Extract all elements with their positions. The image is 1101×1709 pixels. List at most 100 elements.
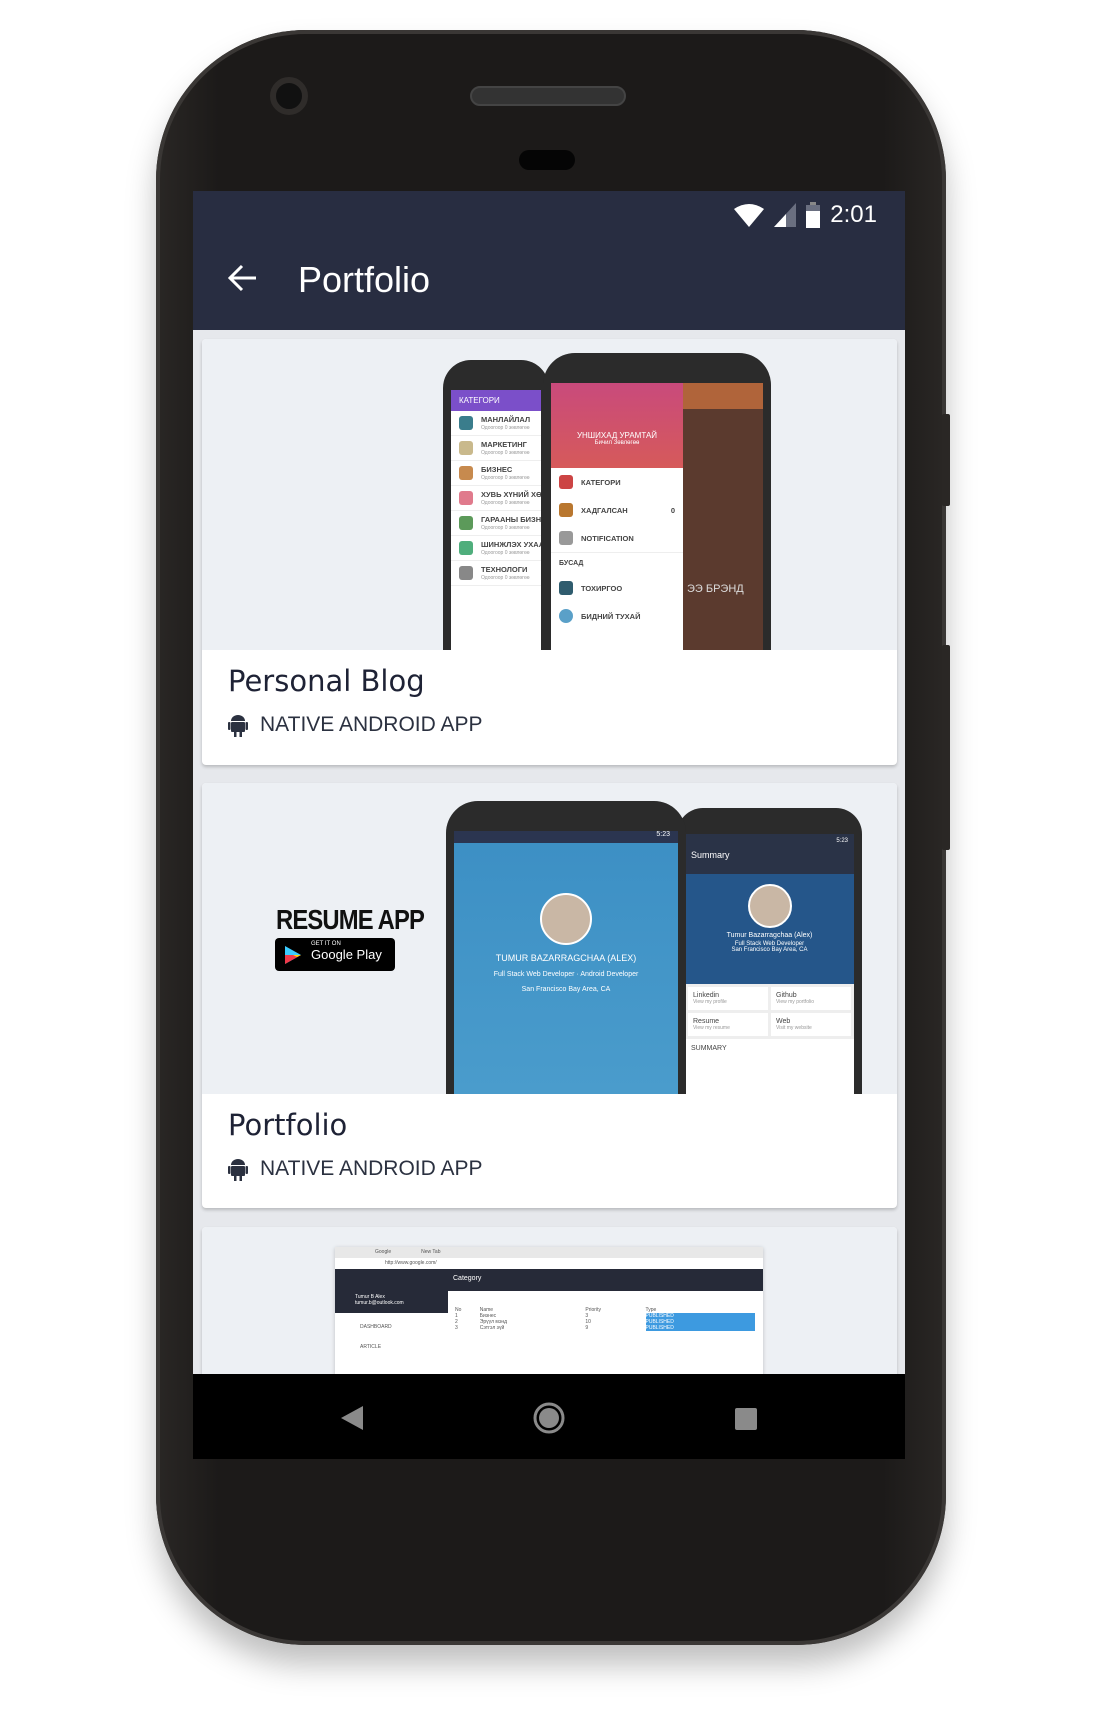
badge-bottom: Google Play (311, 947, 382, 962)
mockup-item: ХУВЬ ХҮНИЙ ХӨГЖ (481, 490, 541, 499)
mockup-item: БИЗНЕС (481, 465, 513, 474)
profile-name: TUMUR BAZARRAGCHAA (ALEX) (495, 953, 637, 963)
arrow-left-icon[interactable] (228, 263, 258, 293)
tile-web[interactable]: Web Visit my website (771, 1013, 851, 1036)
page-title: Portfolio (298, 259, 431, 300)
drawer-count: 0 (670, 505, 675, 515)
summary-label: SUMMARY (691, 1045, 727, 1052)
tile-sub: View my resume (693, 1025, 730, 1031)
profile-location: San Francisco Bay Area, CA (521, 986, 611, 993)
front-camera (270, 77, 308, 115)
battery-icon (806, 202, 821, 228)
mockup-row: МАНЛАЙЛАЛ Одоогоор 0 зөвлөгөө (451, 411, 541, 436)
admin-menu-item: ARTICLE (360, 1344, 382, 1350)
google-play-badge[interactable]: GET IT ON Google Play (275, 938, 395, 971)
drawer-section: БУСАД (559, 560, 584, 567)
mockup-item: ГАРААНЫ БИЗНЕС (481, 515, 541, 524)
mockup-time: 5:23 (836, 838, 848, 844)
mockup-item: МАРКЕТИНГ (481, 440, 527, 449)
mockup-item-sub: Одоогоор 0 зөвлөгөө (481, 525, 530, 531)
mockup-phone-left: КАТЕГОРИ МАНЛАЙЛАЛ Одоогоор 0 зөвлөгөө МА… (443, 360, 549, 650)
tile-linkedin[interactable]: Linkedin View my profile (688, 987, 768, 1010)
project-image: КАТЕГОРИ МАНЛАЙЛАЛ Одоогоор 0 зөвлөгөө МА… (202, 339, 897, 650)
app-bar: 2:01 Portfolio (193, 191, 905, 330)
mockup-row: ГАРААНЫ БИЗНЕСОдоогоор 0 зөвлөгөө (451, 511, 541, 536)
mockup-item: МАНЛАЙЛАЛ (481, 415, 531, 424)
project-type-label: NATIVE ANDROID APP (260, 1157, 483, 1180)
profile-role: Full Stack Web Developer (493, 971, 575, 978)
project-type: NATIVE ANDROID APP (228, 1157, 483, 1181)
home-nav-icon[interactable] (533, 1402, 565, 1434)
summary-title: Summary (691, 850, 730, 860)
admin-header: Category (335, 1269, 763, 1291)
table-cell: Сэтгэл зүй (479, 1325, 505, 1331)
table-cell: 9 (585, 1325, 589, 1331)
drawer-item: NOTIFICATION (581, 533, 634, 543)
browser-url: http://www.google.com/ (385, 1260, 437, 1266)
status-bar: 2:01 (734, 201, 877, 229)
project-type: NATIVE ANDROID APP (228, 713, 483, 737)
admin-email: tumur.b@outlook.com (355, 1300, 404, 1306)
mockup-item-sub: Одоогоор 0 зөвлөгөө (481, 475, 530, 481)
back-nav-icon[interactable] (341, 1406, 363, 1430)
tile-sub: View my portfolio (776, 999, 814, 1005)
android-icon (228, 1159, 248, 1181)
drawer-item: КАТЕГОРИ (581, 477, 621, 487)
drawer-item: ТОХИРГОО (581, 583, 623, 593)
clock: 2:01 (830, 201, 877, 228)
sensor-slot (519, 150, 575, 170)
project-title: Personal Blog (228, 664, 425, 698)
signal-icon (774, 203, 797, 227)
project-card-portfolio[interactable]: RESUME APP GET IT ON Google Play 5:23 Sum… (202, 783, 897, 1208)
mockup-header: КАТЕГОРИ (451, 390, 541, 411)
system-nav-bar (193, 1374, 905, 1459)
wifi-icon (734, 204, 765, 227)
mockup-time: 5:23 (454, 831, 678, 843)
mockup-row: БИЗНЕС Одоогоор 0 зөвлөгөө (451, 461, 541, 486)
speaker-grille (470, 86, 626, 106)
recents-nav-icon[interactable] (735, 1408, 757, 1430)
android-icon (228, 715, 248, 737)
resume-app-label: RESUME APP (276, 904, 425, 935)
volume-button (942, 645, 950, 850)
tile-title: Linkedin (693, 992, 720, 999)
tile-sub: View my profile (693, 999, 727, 1005)
mockup-item: ШИНЖЛЭХ УХААН (481, 540, 541, 549)
tile-title: Resume (693, 1018, 720, 1025)
tile-title: Web (776, 1018, 791, 1025)
mockup-phone-back: 5:23 Summary Tumur Bazarragchaa (Alex) Fu… (677, 808, 862, 1094)
mockup-item-sub: Одоогоор 0 зөвлөгөө (481, 575, 530, 581)
drawer-item: ХАДГАЛСАН (581, 505, 628, 515)
tile-sub: Visit my website (776, 1025, 812, 1031)
drawer-item: БИДНИЙ ТУХАЙ (581, 611, 641, 621)
mockup-item-sub: Одоогоор 0 зөвлөгөө (481, 500, 530, 506)
table-cell: 3 (455, 1325, 458, 1331)
mockup-row: ХУВЬ ХҮНИЙ ХӨГЖОдоогоор 0 зөвлөгөө (451, 486, 541, 511)
brand-text: ЭЭ БРЭНД (687, 583, 744, 595)
mockup-item-sub: Одоогоор 0 зөвлөгөө (481, 550, 530, 556)
mockup-row: ТЕХНОЛОГИ Одоогоор 0 зөвлөгөө (451, 561, 541, 586)
tile-resume[interactable]: Resume View my resume (688, 1013, 768, 1036)
browser-tab: Google (375, 1249, 392, 1255)
project-type-label: NATIVE ANDROID APP (260, 713, 483, 736)
project-card-personal-blog[interactable]: КАТЕГОРИ МАНЛАЙЛАЛ Одоогоор 0 зөвлөгөө МА… (202, 339, 897, 765)
profile-location: San Francisco Bay Area, CA (731, 947, 808, 953)
mockup-row: МАРКЕТИНГ Одоогоор 0 зөвлөгөө (451, 436, 541, 461)
admin-menu-item: DASHBOARD (360, 1324, 392, 1330)
drawer-subtitle: Бичил Зөвлөгөө (594, 440, 640, 446)
browser-tab: New Tab (421, 1249, 441, 1255)
table-cell: PUBLISHED (645, 1325, 755, 1331)
mockup-phone-right: УНШИХАД УРАМТАЙ Бичил Зөвлөгөө КАТЕГОРИ … (543, 353, 771, 650)
category-table: No Name Priority Type 1 Бизнес 3 PUBLISHED 2 Эр… (455, 1307, 755, 1331)
mockup-item-sub: Одоогоор 0 зөвлөгөө (481, 425, 530, 431)
tile-github[interactable]: Github View my portfolio (771, 987, 851, 1010)
profile-name: Tumur Bazarragchaa (Alex) (726, 932, 813, 939)
mockup-row: ШИНЖЛЭХ УХААНОдоогоор 0 зөвлөгөө (451, 536, 541, 561)
screen: 2:01 Portfolio КАТЕГОРИ МАНЛАЙЛАЛ Одоогоо… (193, 191, 905, 1459)
project-image: RESUME APP GET IT ON Google Play 5:23 Sum… (202, 783, 897, 1094)
play-store-icon (285, 946, 301, 964)
mockup-phone-front: 5:23 TUMUR BAZARRAGCHAA (ALEX) Full Stac… (446, 801, 686, 1094)
profile-role: Android Developer (580, 971, 639, 978)
mockup-item-sub: Одоогоор 0 зөвлөгөө (481, 450, 530, 456)
drawer-title: УНШИХАД УРАМТАЙ (576, 431, 658, 440)
